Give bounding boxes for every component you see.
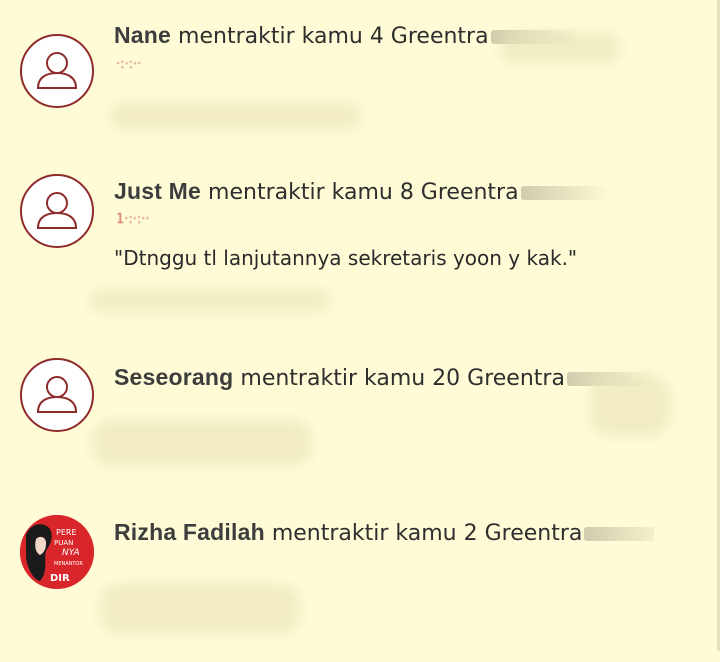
blurred-text [500,33,620,63]
blurred-text [90,290,330,312]
svg-text:NYA: NYA [62,548,80,558]
person-outline-icon[interactable] [20,358,94,432]
notification-action-text: mentraktir kamu 2 Greentra [264,521,583,546]
notification-action-text: mentraktir kamu 8 Greentra [201,180,519,205]
blurred-text [110,103,360,129]
sender-name[interactable]: Just Me [114,178,201,204]
notification-action-text: mentraktir kamu 4 Greentra [171,24,489,49]
blurred-text [590,376,670,436]
svg-text:MENANTOR: MENANTOR [54,561,83,567]
blurred-text [100,584,300,634]
blurred-text [584,526,654,541]
sender-name[interactable]: Seseorang [114,364,233,390]
sender-name[interactable]: Nane [114,22,171,48]
notification-title: Just Me mentraktir kamu 8 Greentra [114,175,654,209]
notification-item[interactable]: Just Me mentraktir kamu 8 Greentra 1·:·:… [0,172,720,322]
notification-time: 1·:·:·· [116,212,150,227]
blurred-text [92,420,312,466]
svg-text:DIR: DIR [50,573,70,584]
notification-item[interactable]: Nane mentraktir kamu 4 Greentra ·:·:·· [0,17,720,167]
notification-title: Seseorang mentraktir kamu 20 Greentra [114,361,654,395]
sender-name[interactable]: Rizha Fadilah [114,519,265,545]
notification-item[interactable]: PERE PUAN NYA MENANTOR DIR Rizha Fadilah… [0,512,720,662]
profile-photo[interactable]: PERE PUAN NYA MENANTOR DIR [20,515,94,589]
notification-message: "Dtnggu tl lanjutannya sekretaris yoon y… [114,246,578,270]
svg-text:PUAN: PUAN [54,539,73,547]
person-outline-icon[interactable] [20,34,94,108]
notification-title: Rizha Fadilah mentraktir kamu 2 Greentra [114,516,654,550]
blurred-text [520,185,611,200]
notification-action-text: mentraktir kamu 20 Greentra [233,366,565,391]
notification-list: Nane mentraktir kamu 4 Greentra ·:·:·· J… [0,0,720,651]
notification-item[interactable]: Seseorang mentraktir kamu 20 Greentra [0,358,720,508]
svg-text:PERE: PERE [56,528,77,537]
person-outline-icon[interactable] [20,174,94,248]
notification-time: ·:·:·· [116,57,142,72]
